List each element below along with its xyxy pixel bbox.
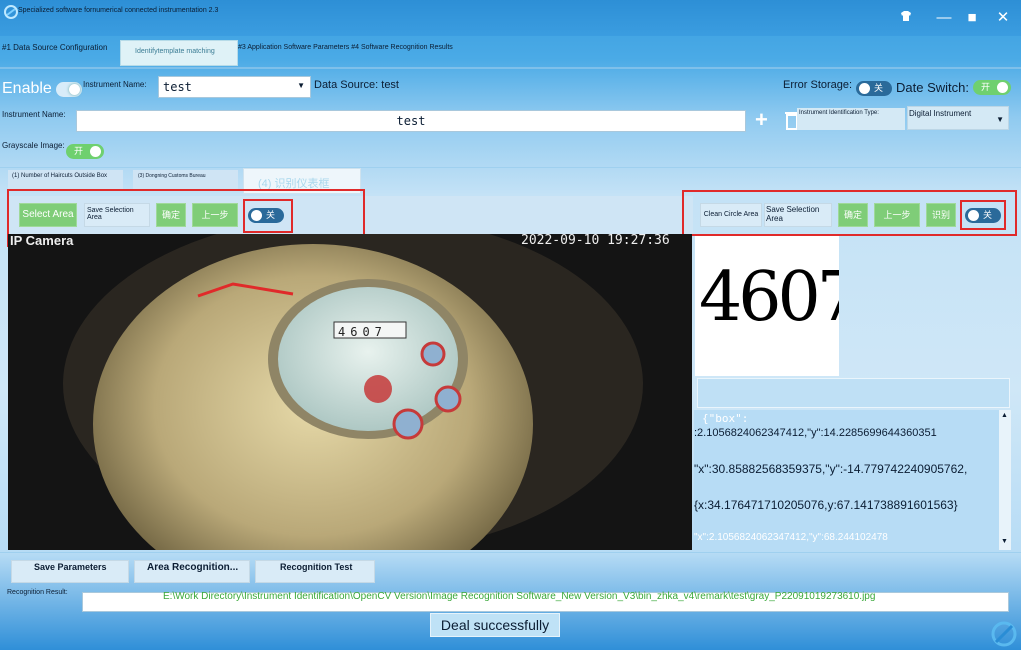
- dial-digits: 4607: [338, 325, 387, 339]
- camera-label: IP Camera: [10, 234, 74, 248]
- camera-view[interactable]: IP Camera 2022-09-10 19:27:36 4607: [8, 234, 692, 550]
- camera-timestamp: 2022-09-10 19:27:36: [521, 234, 670, 248]
- tab-template-matching[interactable]: Identifytemplate matching: [120, 40, 238, 66]
- tab-data-source[interactable]: #1 Data Source Configuration: [2, 43, 107, 52]
- status-bar: Deal successfully: [430, 613, 560, 637]
- scroll-down-icon[interactable]: ▼: [1001, 538, 1008, 545]
- enable-toggle[interactable]: [56, 82, 82, 97]
- bottom-divider: [0, 552, 1021, 553]
- app-logo-icon: [4, 5, 18, 19]
- json-line: :2.1056824062347412,"y":14.2285699644360…: [694, 427, 937, 439]
- error-storage-label: Error Storage:: [783, 79, 853, 91]
- id-type-select[interactable]: Digital Instrument ▼: [907, 106, 1009, 130]
- json-line: {x:34.176471710205076,y:67.1417388916015…: [694, 498, 958, 512]
- id-type-label-box: Instrument Identification Type:: [797, 108, 905, 130]
- close-button[interactable]: ✕: [994, 9, 1012, 27]
- data-source-label: Data Source: test: [314, 79, 399, 91]
- crop-digits: 4607: [699, 258, 839, 337]
- date-switch-toggle[interactable]: 开: [973, 80, 1011, 95]
- instrument-name-label-2: Instrument Name:: [2, 110, 66, 119]
- json-line: {"box":: [702, 412, 749, 425]
- crop-preview: 4607: [695, 236, 839, 376]
- highlight-box-right-toggle: [960, 200, 1006, 230]
- tab-params-results[interactable]: #3 Application Software Parameters #4 So…: [238, 44, 453, 51]
- recognition-result-field[interactable]: E:\Work Directory\Instrument Identificat…: [82, 591, 1009, 612]
- title-bar: Specialized software fornumerical connec…: [0, 0, 1021, 36]
- error-storage-toggle[interactable]: 关: [856, 81, 892, 96]
- minimize-button[interactable]: —: [935, 9, 953, 27]
- instrument-name-input[interactable]: test: [76, 110, 746, 132]
- water-meter-image: [8, 234, 692, 550]
- window-title: Specialized software fornumerical connec…: [18, 7, 219, 14]
- scroll-up-icon[interactable]: ▲: [1001, 412, 1008, 419]
- json-output-panel[interactable]: {"box": :2.1056824062347412,"y":14.22856…: [694, 410, 1011, 550]
- grayscale-toggle[interactable]: 开: [66, 144, 104, 159]
- recognition-test-button[interactable]: Recognition Test: [255, 560, 375, 583]
- json-line: "x":2.1056824062347412,"y":68.244102478: [694, 532, 888, 543]
- json-line: "x":30.85882568359375,"y":-14.7797422409…: [694, 462, 968, 476]
- app-corner-logo-icon: [991, 621, 1017, 647]
- json-scrollbar[interactable]: ▲ ▼: [999, 410, 1011, 550]
- chevron-down-icon: ▼: [996, 115, 1004, 124]
- tab-divider: [0, 67, 1021, 69]
- skin-icon[interactable]: [897, 9, 915, 27]
- enable-label: Enable: [2, 80, 52, 97]
- id-type-label: Instrument Identification Type:: [799, 110, 879, 116]
- recognition-result-label: Recognition Result:: [7, 589, 68, 596]
- instrument-name-label: Instrument Name:: [83, 80, 147, 89]
- row-divider: [0, 167, 1021, 168]
- date-switch-label: Date Switch:: [896, 80, 969, 95]
- instrument-name-select[interactable]: test ▼: [158, 76, 311, 98]
- maximize-button[interactable]: ■: [963, 9, 981, 27]
- add-button[interactable]: +: [755, 107, 768, 133]
- grayscale-label: Grayscale Image:: [2, 141, 65, 150]
- status-message: Deal successfully: [440, 617, 550, 633]
- subtab-customs[interactable]: (3) Dongning Customs Bureau: [133, 170, 238, 190]
- area-recognition-button[interactable]: Area Recognition...: [134, 560, 250, 583]
- chevron-down-icon: ▼: [297, 81, 305, 90]
- highlight-box-left-toggle: [243, 199, 293, 233]
- subtab-haircuts[interactable]: (1) Number of Haircuts Outside Box: [8, 170, 123, 190]
- crop-result-field[interactable]: [697, 378, 1010, 408]
- save-parameters-button[interactable]: Save Parameters: [11, 560, 129, 583]
- recognition-result-path: E:\Work Directory\Instrument Identificat…: [163, 591, 876, 602]
